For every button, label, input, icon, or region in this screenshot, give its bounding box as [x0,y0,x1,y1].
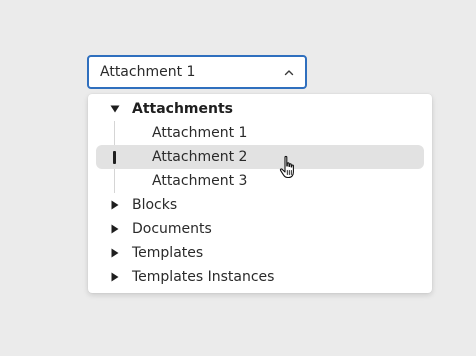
tree-item-label: Blocks [132,197,178,213]
tree-item-label: Attachment 1 [152,125,248,141]
selection-indicator [113,151,116,164]
tree-item-attachments[interactable]: Attachments [96,97,424,121]
caret-right-icon[interactable] [110,272,120,282]
chevron-up-icon[interactable] [283,66,295,78]
caret-down-icon[interactable] [110,104,120,114]
attachment-select[interactable]: Attachment 1 [87,55,307,89]
dropdown-tree-panel: Attachments Attachment 1 Attachment 2 At… [88,94,432,293]
tree-item-label: Attachment 3 [152,173,248,189]
tree-item-label: Templates [132,245,204,261]
tree-item-label: Documents [132,221,212,237]
tree-item-blocks[interactable]: Blocks [96,193,424,217]
tree-item-label: Attachment 2 [152,149,248,165]
tree-item-attachment-1[interactable]: Attachment 1 [96,121,424,145]
tree-item-attachment-3[interactable]: Attachment 3 [96,169,424,193]
caret-right-icon[interactable] [110,200,120,210]
tree-item-templates[interactable]: Templates [96,241,424,265]
caret-right-icon[interactable] [110,224,120,234]
tree-item-documents[interactable]: Documents [96,217,424,241]
caret-right-icon[interactable] [110,248,120,258]
tree-item-label: Attachments [132,101,234,117]
select-value: Attachment 1 [100,64,196,80]
tree-item-templates-instances[interactable]: Templates Instances [96,265,424,289]
tree-item-attachment-2[interactable]: Attachment 2 [96,145,424,169]
tree-item-label: Templates Instances [132,269,275,285]
